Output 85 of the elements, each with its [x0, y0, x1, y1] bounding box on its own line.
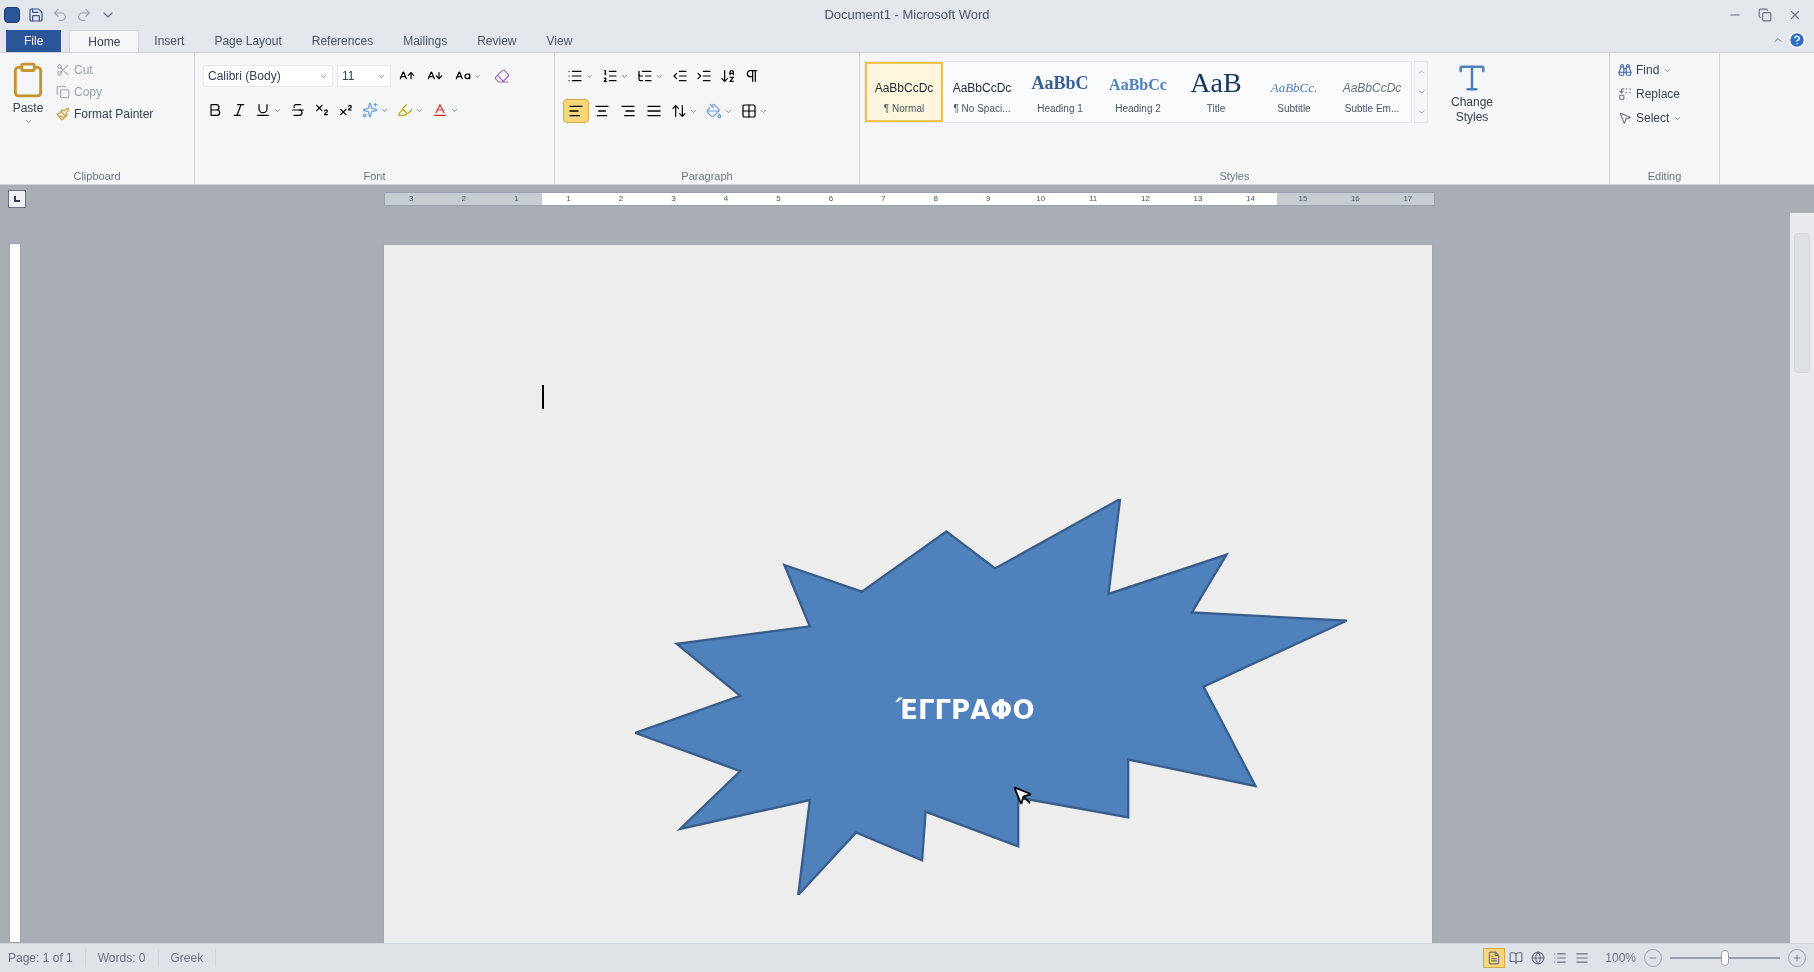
align-icon: [568, 103, 584, 119]
ribbon-tab[interactable]: Mailings: [388, 30, 463, 52]
ribbon-tab[interactable]: Review: [462, 30, 532, 52]
help-icon[interactable]: [1788, 31, 1806, 49]
group-label: Paragraph: [680, 168, 734, 184]
horizontal-ruler: 3 2 1 1 2 3 4 5 6 7 8 9 10 11 12 13 14 15 16 17: [384, 192, 1435, 206]
numbered-list-icon: [602, 68, 618, 84]
paintbrush-icon: [56, 107, 70, 121]
language[interactable]: Greek: [158, 949, 217, 967]
replace-icon: [1618, 87, 1632, 101]
redo-icon: [76, 7, 92, 23]
group-label: Font: [362, 168, 387, 184]
line-spacing-icon: [671, 103, 687, 119]
font-color-icon: [432, 102, 448, 118]
close-button[interactable]: [1788, 8, 1802, 22]
text-cursor: [542, 385, 544, 409]
decrease-indent-icon: [672, 68, 688, 84]
bold-icon: [207, 102, 223, 118]
view-icon: [1575, 951, 1590, 965]
style-gallery-item[interactable]: AaBbCc. Subtitle: [1255, 62, 1333, 122]
restore-button[interactable]: [1758, 8, 1772, 22]
group-label: Styles: [1218, 168, 1251, 184]
zoom-level[interactable]: 100%: [1605, 949, 1636, 967]
style-gallery-item[interactable]: AaBbCcDc Subtle Em...: [1333, 62, 1411, 122]
paint-bucket-icon: [706, 103, 722, 119]
ribbon-tab[interactable]: View: [531, 30, 588, 52]
eraser-icon: [494, 68, 510, 84]
view-icon: [1531, 951, 1546, 965]
multilevel-list-icon: [637, 68, 653, 84]
style-gallery-item[interactable]: AaBbCcDc ¶ Normal: [865, 62, 943, 122]
select-button[interactable]: Select: [1618, 109, 1711, 127]
italic-icon: [231, 102, 247, 118]
group-label: Clipboard: [72, 168, 122, 184]
ribbon-tab[interactable]: Home: [69, 30, 140, 52]
superscript-icon: [338, 102, 354, 118]
ribbon-tab[interactable]: File: [6, 30, 62, 52]
style-gallery-item[interactable]: AaBbCcDc ¶ No Spaci...: [943, 62, 1021, 122]
align-icon: [646, 103, 662, 119]
ribbon-tab[interactable]: References: [296, 30, 389, 52]
plus-icon: [1792, 953, 1802, 963]
pointer-icon: [1618, 111, 1632, 125]
save-icon: [28, 7, 44, 23]
strikethrough-icon: [290, 102, 306, 118]
font-size-field[interactable]: 11: [337, 65, 391, 87]
copy-icon: [56, 85, 70, 99]
subscript-icon: [314, 102, 330, 118]
view-icon: [1553, 951, 1568, 965]
zoom-slider-thumb[interactable]: [1721, 950, 1729, 966]
view-icon: [1509, 951, 1524, 965]
word-count[interactable]: Words: 0: [85, 949, 159, 967]
style-gallery-item[interactable]: AaBbC Heading 1: [1021, 62, 1099, 122]
font-name-field[interactable]: Calibri (Body): [203, 65, 333, 87]
align-icon: [594, 103, 610, 119]
borders-icon: [741, 103, 757, 119]
increase-indent-icon: [696, 68, 712, 84]
tab-selector-button[interactable]: [8, 190, 26, 208]
ribbon-tab[interactable]: Insert: [139, 30, 200, 52]
align-icon: [620, 103, 636, 119]
window-title: Document1 - Microsoft Word: [824, 6, 990, 25]
style-gallery-item[interactable]: AaBbCc Heading 2: [1099, 62, 1177, 122]
vertical-scrollbar[interactable]: [1790, 213, 1814, 943]
undo-icon: [52, 7, 68, 23]
ribbon-tab[interactable]: Page Layout: [199, 30, 297, 52]
mouse-pointer-icon: [1012, 785, 1034, 807]
page-count[interactable]: Page: 1 of 1: [8, 949, 86, 967]
align-button[interactable]: [563, 99, 589, 123]
caret-icon: [23, 117, 33, 126]
shape-text: ΈΓΓΡΑΦΟ: [896, 694, 1035, 727]
view-button[interactable]: [1483, 948, 1506, 968]
replace-button[interactable]: Replace: [1618, 85, 1711, 103]
highlighter-icon: [397, 102, 413, 118]
group-label: Editing: [1646, 168, 1683, 184]
change-styles-button[interactable]: Change Styles: [1440, 61, 1504, 125]
find-button[interactable]: Find: [1618, 61, 1711, 79]
sparkles-icon: [362, 102, 378, 118]
sort-icon: [720, 68, 736, 84]
binoculars-icon: [1618, 63, 1632, 77]
underline-icon: [255, 102, 271, 118]
bullet-list-icon: [567, 68, 583, 84]
style-gallery-item[interactable]: AaB Title: [1177, 62, 1255, 122]
view-icon: [1487, 951, 1502, 965]
format-painter-button[interactable]: Format Painter: [56, 105, 154, 123]
paste-button[interactable]: Paste: [4, 61, 52, 168]
scissors-icon: [56, 63, 70, 77]
pilcrow-icon: [744, 68, 760, 84]
